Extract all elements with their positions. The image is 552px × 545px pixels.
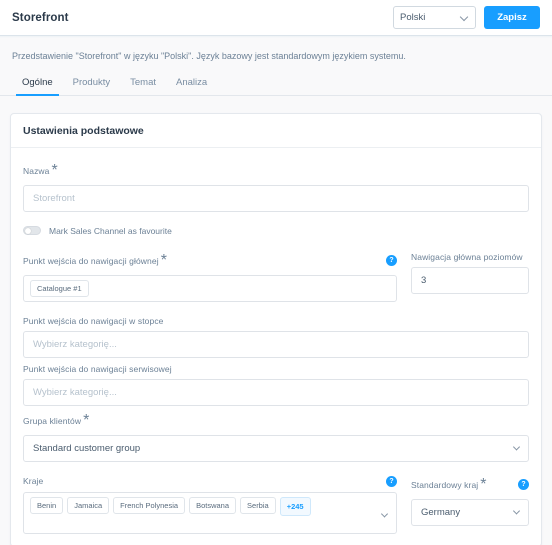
customer-group-label: Grupa klientów bbox=[23, 415, 82, 426]
footer-nav-label-row: Punkt wejścia do nawigacji w stopce bbox=[23, 316, 529, 326]
footer-navigation-entry-select[interactable]: Wybierz kategorię... bbox=[23, 330, 529, 358]
service-nav-label: Punkt wejścia do nawigacji serwisowej bbox=[23, 363, 172, 374]
card-body: Nazwa * Mark Sales Channel as favourite … bbox=[11, 148, 541, 545]
smart-bar-actions: Polski Zapisz bbox=[393, 6, 540, 29]
tab-temat[interactable]: Temat bbox=[120, 73, 166, 95]
save-button[interactable]: Zapisz bbox=[484, 6, 540, 29]
tag-catalogue[interactable]: Catalogue #1 bbox=[30, 279, 89, 297]
name-input[interactable] bbox=[23, 184, 529, 212]
countries-more-badge[interactable]: +245 bbox=[279, 496, 311, 516]
favourite-toggle[interactable] bbox=[23, 226, 41, 236]
required-marker: * bbox=[83, 411, 90, 429]
customer-group-label-row: Grupa klientów * bbox=[23, 412, 529, 430]
help-icon[interactable]: ? bbox=[386, 475, 397, 487]
customer-group-select[interactable]: Standard customer group bbox=[23, 434, 529, 462]
page-description: Przedstawienie "Storefront" w języku "Po… bbox=[12, 51, 406, 61]
chevron-down-icon bbox=[512, 443, 521, 451]
countries-select[interactable]: Benin Jamaica French Polynesia Botswana … bbox=[23, 491, 397, 534]
content-area: Ustawienia podstawowe Nazwa * Mark Sales… bbox=[0, 96, 552, 545]
smart-bar: Storefront Polski Zapisz bbox=[0, 0, 552, 38]
tag-country[interactable]: French Polynesia bbox=[113, 496, 186, 514]
chevron-down-icon bbox=[512, 507, 521, 515]
customer-group-value: Standard customer group bbox=[33, 442, 141, 454]
help-icon[interactable]: ? bbox=[518, 479, 529, 491]
required-marker: * bbox=[160, 251, 167, 269]
field-service-navigation-entry: Punkt wejścia do nawigacji serwisowej Wy… bbox=[23, 364, 529, 406]
favourite-toggle-row: Mark Sales Channel as favourite bbox=[23, 226, 529, 236]
default-country-value: Germany bbox=[421, 506, 461, 518]
footer-nav-label: Punkt wejścia do nawigacji w stopce bbox=[23, 315, 164, 326]
service-navigation-entry-placeholder: Wybierz kategorię... bbox=[33, 386, 117, 398]
main-navigation-entry-select[interactable]: Catalogue #1 bbox=[23, 274, 397, 302]
card-header: Ustawienia podstawowe bbox=[11, 114, 541, 148]
default-country-label: Standardowy kraj bbox=[411, 479, 479, 490]
footer-navigation-entry-placeholder: Wybierz kategorię... bbox=[33, 338, 117, 350]
tab-analiza[interactable]: Analiza bbox=[166, 73, 217, 95]
language-select[interactable]: Polski bbox=[393, 6, 476, 29]
card-title: Ustawienia podstawowe bbox=[23, 124, 144, 137]
main-navigation-levels-input[interactable] bbox=[411, 266, 529, 294]
chevron-down-icon bbox=[380, 510, 389, 518]
help-icon[interactable]: ? bbox=[386, 255, 397, 267]
countries-label-row: Kraje ? bbox=[23, 475, 397, 487]
field-main-navigation-entry: Punkt wejścia do nawigacji głównej * ? C… bbox=[23, 252, 397, 302]
field-default-country: Standardowy kraj * ? Germany bbox=[411, 476, 529, 526]
field-countries: Kraje ? Benin Jamaica French Polynesia B… bbox=[23, 475, 397, 534]
basic-settings-card: Ustawienia podstawowe Nazwa * Mark Sales… bbox=[10, 112, 542, 545]
tag-country[interactable]: Benin bbox=[30, 496, 64, 514]
tag-country[interactable]: Serbia bbox=[240, 496, 276, 514]
tab-produkty[interactable]: Produkty bbox=[63, 73, 121, 95]
service-navigation-entry-select[interactable]: Wybierz kategorię... bbox=[23, 378, 529, 406]
language-select-value: Polski bbox=[400, 12, 426, 23]
main-nav-label-row: Punkt wejścia do nawigacji głównej * ? bbox=[23, 252, 397, 270]
navigation-row: Punkt wejścia do nawigacji głównej * ? C… bbox=[23, 252, 529, 302]
tab-bar: Ogólne Produkty Temat Analiza bbox=[0, 63, 552, 96]
tag-country[interactable]: Botswana bbox=[189, 496, 237, 514]
countries-row: Kraje ? Benin Jamaica French Polynesia B… bbox=[23, 475, 529, 534]
required-marker: * bbox=[51, 161, 58, 179]
favourite-toggle-label: Mark Sales Channel as favourite bbox=[49, 225, 172, 236]
countries-label: Kraje bbox=[23, 476, 44, 487]
field-customer-group: Grupa klientów * Standard customer group bbox=[23, 412, 529, 462]
tab-ogolne[interactable]: Ogólne bbox=[12, 73, 63, 96]
default-country-select[interactable]: Germany bbox=[411, 498, 529, 526]
chevron-down-icon bbox=[460, 13, 469, 22]
field-footer-navigation-entry: Punkt wejścia do nawigacji w stopce Wybi… bbox=[23, 316, 529, 358]
service-nav-label-row: Punkt wejścia do nawigacji serwisowej bbox=[23, 364, 529, 374]
main-nav-label: Punkt wejścia do nawigacji głównej bbox=[23, 255, 159, 266]
tag-country[interactable]: Jamaica bbox=[67, 496, 110, 514]
main-nav-levels-label-row: Nawigacja główna poziomów bbox=[411, 252, 529, 262]
default-country-label-row: Standardowy kraj * ? bbox=[411, 476, 529, 494]
field-name: Nazwa * bbox=[23, 162, 529, 212]
field-name-label: Nazwa bbox=[23, 165, 50, 176]
main-nav-levels-label: Nawigacja główna poziomów bbox=[411, 251, 523, 262]
required-marker: * bbox=[480, 475, 487, 493]
field-main-navigation-levels: Nawigacja główna poziomów bbox=[411, 252, 529, 294]
page-title: Storefront bbox=[12, 11, 69, 24]
field-name-label-row: Nazwa * bbox=[23, 162, 529, 180]
toggle-knob bbox=[25, 227, 31, 234]
